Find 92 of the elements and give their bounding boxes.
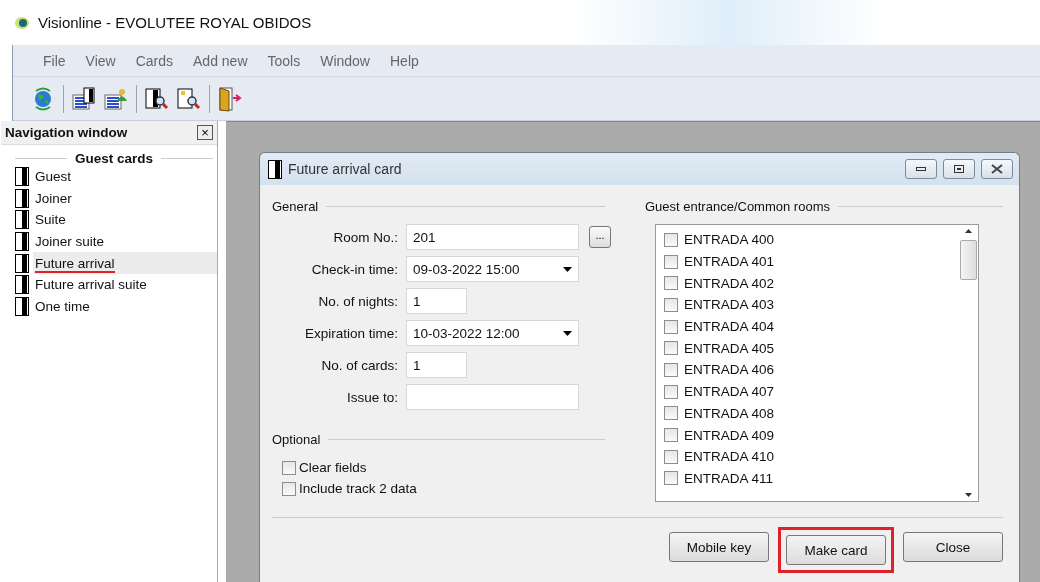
nav-item[interactable]: Guest [33, 166, 217, 188]
checkbox[interactable] [282, 481, 296, 496]
card-icon [15, 253, 29, 273]
card-icon [15, 296, 29, 316]
card-icon [15, 232, 29, 252]
checkbox[interactable] [664, 319, 678, 334]
field-label: Expiration time: [303, 325, 398, 341]
input-field[interactable]: 1 [406, 352, 467, 378]
card-icon [15, 275, 29, 295]
window-title: Visionline - EVOLUTEE ROYAL OBIDOS [38, 14, 312, 31]
dialog-button[interactable]: Mobile key [669, 532, 769, 562]
nav-item[interactable]: Joiner [33, 187, 217, 210]
group-title: Optional [272, 432, 321, 447]
room-label: ENTRADA 407 [684, 384, 775, 400]
dialog-button[interactable]: Make card [786, 535, 886, 565]
dialog-title: Future arrival card [288, 161, 403, 177]
input-field[interactable]: 1 [406, 288, 467, 314]
checkbox-label: Clear fields [299, 460, 367, 475]
globe-icon[interactable] [33, 85, 53, 112]
room-label: ENTRADA 402 [684, 275, 775, 291]
close-icon [991, 164, 1003, 174]
room-label: ENTRADA 411 [684, 470, 774, 486]
maximize-button[interactable] [943, 159, 975, 179]
room-label: ENTRADA 403 [684, 297, 775, 313]
close-button[interactable] [981, 159, 1013, 179]
room-label: ENTRADA 406 [684, 362, 775, 378]
field-label: No. of nights: [317, 293, 398, 309]
exit-door-icon[interactable] [218, 85, 242, 112]
card-list-icon[interactable] [72, 86, 96, 111]
card-icon [268, 159, 282, 179]
menu-item[interactable]: Tools [257, 52, 311, 69]
field-label: Issue to: [345, 389, 398, 405]
room-label: ENTRADA 408 [684, 405, 775, 421]
checkbox[interactable] [664, 449, 678, 464]
room-label: ENTRADA 400 [684, 232, 775, 248]
nav-item[interactable]: One time [33, 295, 217, 318]
card-icon [15, 210, 29, 230]
scroll-up-icon[interactable] [964, 229, 972, 233]
input-field[interactable] [406, 384, 579, 410]
checkbox-label: Include track 2 data [299, 481, 417, 496]
room-label: ENTRADA 404 [684, 319, 775, 335]
menu-item[interactable]: View [75, 52, 126, 69]
room-label: ENTRADA 410 [684, 449, 775, 465]
menu-item[interactable]: File [33, 52, 76, 69]
checkbox[interactable] [282, 460, 296, 475]
card-search-icon[interactable] [145, 86, 169, 111]
checkbox[interactable] [664, 406, 678, 421]
close-button[interactable]: × [197, 125, 213, 140]
scrollbar-thumb[interactable] [959, 240, 977, 280]
menu-item[interactable]: Window [310, 52, 380, 69]
group-title: General [272, 199, 319, 214]
field-label: No. of cards: [320, 357, 398, 373]
field-label: Room No.: [332, 229, 398, 245]
checkbox[interactable] [664, 362, 678, 377]
app-logo-icon [14, 15, 30, 30]
checkbox[interactable] [664, 232, 678, 247]
checkbox[interactable] [664, 341, 678, 356]
scroll-down-icon[interactable] [964, 493, 972, 497]
document-search-icon[interactable] [177, 86, 201, 111]
input-field[interactable]: 201 [406, 224, 579, 250]
date-dropdown[interactable]: 09-03-2022 15:00 [406, 256, 579, 282]
minimize-icon [916, 167, 926, 171]
group-title: Guest entrance/Common rooms [645, 199, 830, 214]
section-title: Guest cards [75, 151, 154, 166]
dropdown-arrow-icon [563, 266, 572, 272]
room-label: ENTRADA 405 [684, 340, 775, 356]
field-label: Check-in time: [310, 261, 398, 277]
menu-item[interactable]: Add new [183, 52, 258, 69]
card-icon [15, 188, 29, 208]
menu-item[interactable]: Cards [125, 52, 183, 69]
checkbox[interactable] [664, 384, 678, 399]
room-label: ENTRADA 401 [684, 254, 775, 270]
dropdown-arrow-icon [563, 330, 572, 336]
minimize-button[interactable] [905, 159, 937, 179]
maximize-icon [954, 165, 964, 173]
checkbox[interactable] [664, 471, 678, 486]
checkbox[interactable] [664, 297, 678, 312]
nav-item[interactable]: Joiner suite [33, 230, 217, 253]
nav-item[interactable]: Future arrival [33, 252, 217, 274]
browse-button[interactable]: ... [589, 226, 611, 248]
checkbox[interactable] [664, 254, 678, 269]
nav-item[interactable]: Suite [33, 209, 217, 231]
card-person-icon[interactable] [104, 86, 128, 111]
panel-title: Navigation window [5, 125, 128, 140]
checkbox[interactable] [664, 276, 678, 291]
menu-item[interactable]: Help [380, 52, 429, 69]
dialog-button[interactable]: Close [903, 532, 1003, 562]
card-icon [15, 167, 29, 187]
checkbox[interactable] [664, 428, 678, 443]
nav-item[interactable]: Future arrival suite [33, 273, 217, 296]
date-dropdown[interactable]: 10-03-2022 12:00 [406, 320, 579, 346]
room-label: ENTRADA 409 [684, 427, 775, 443]
